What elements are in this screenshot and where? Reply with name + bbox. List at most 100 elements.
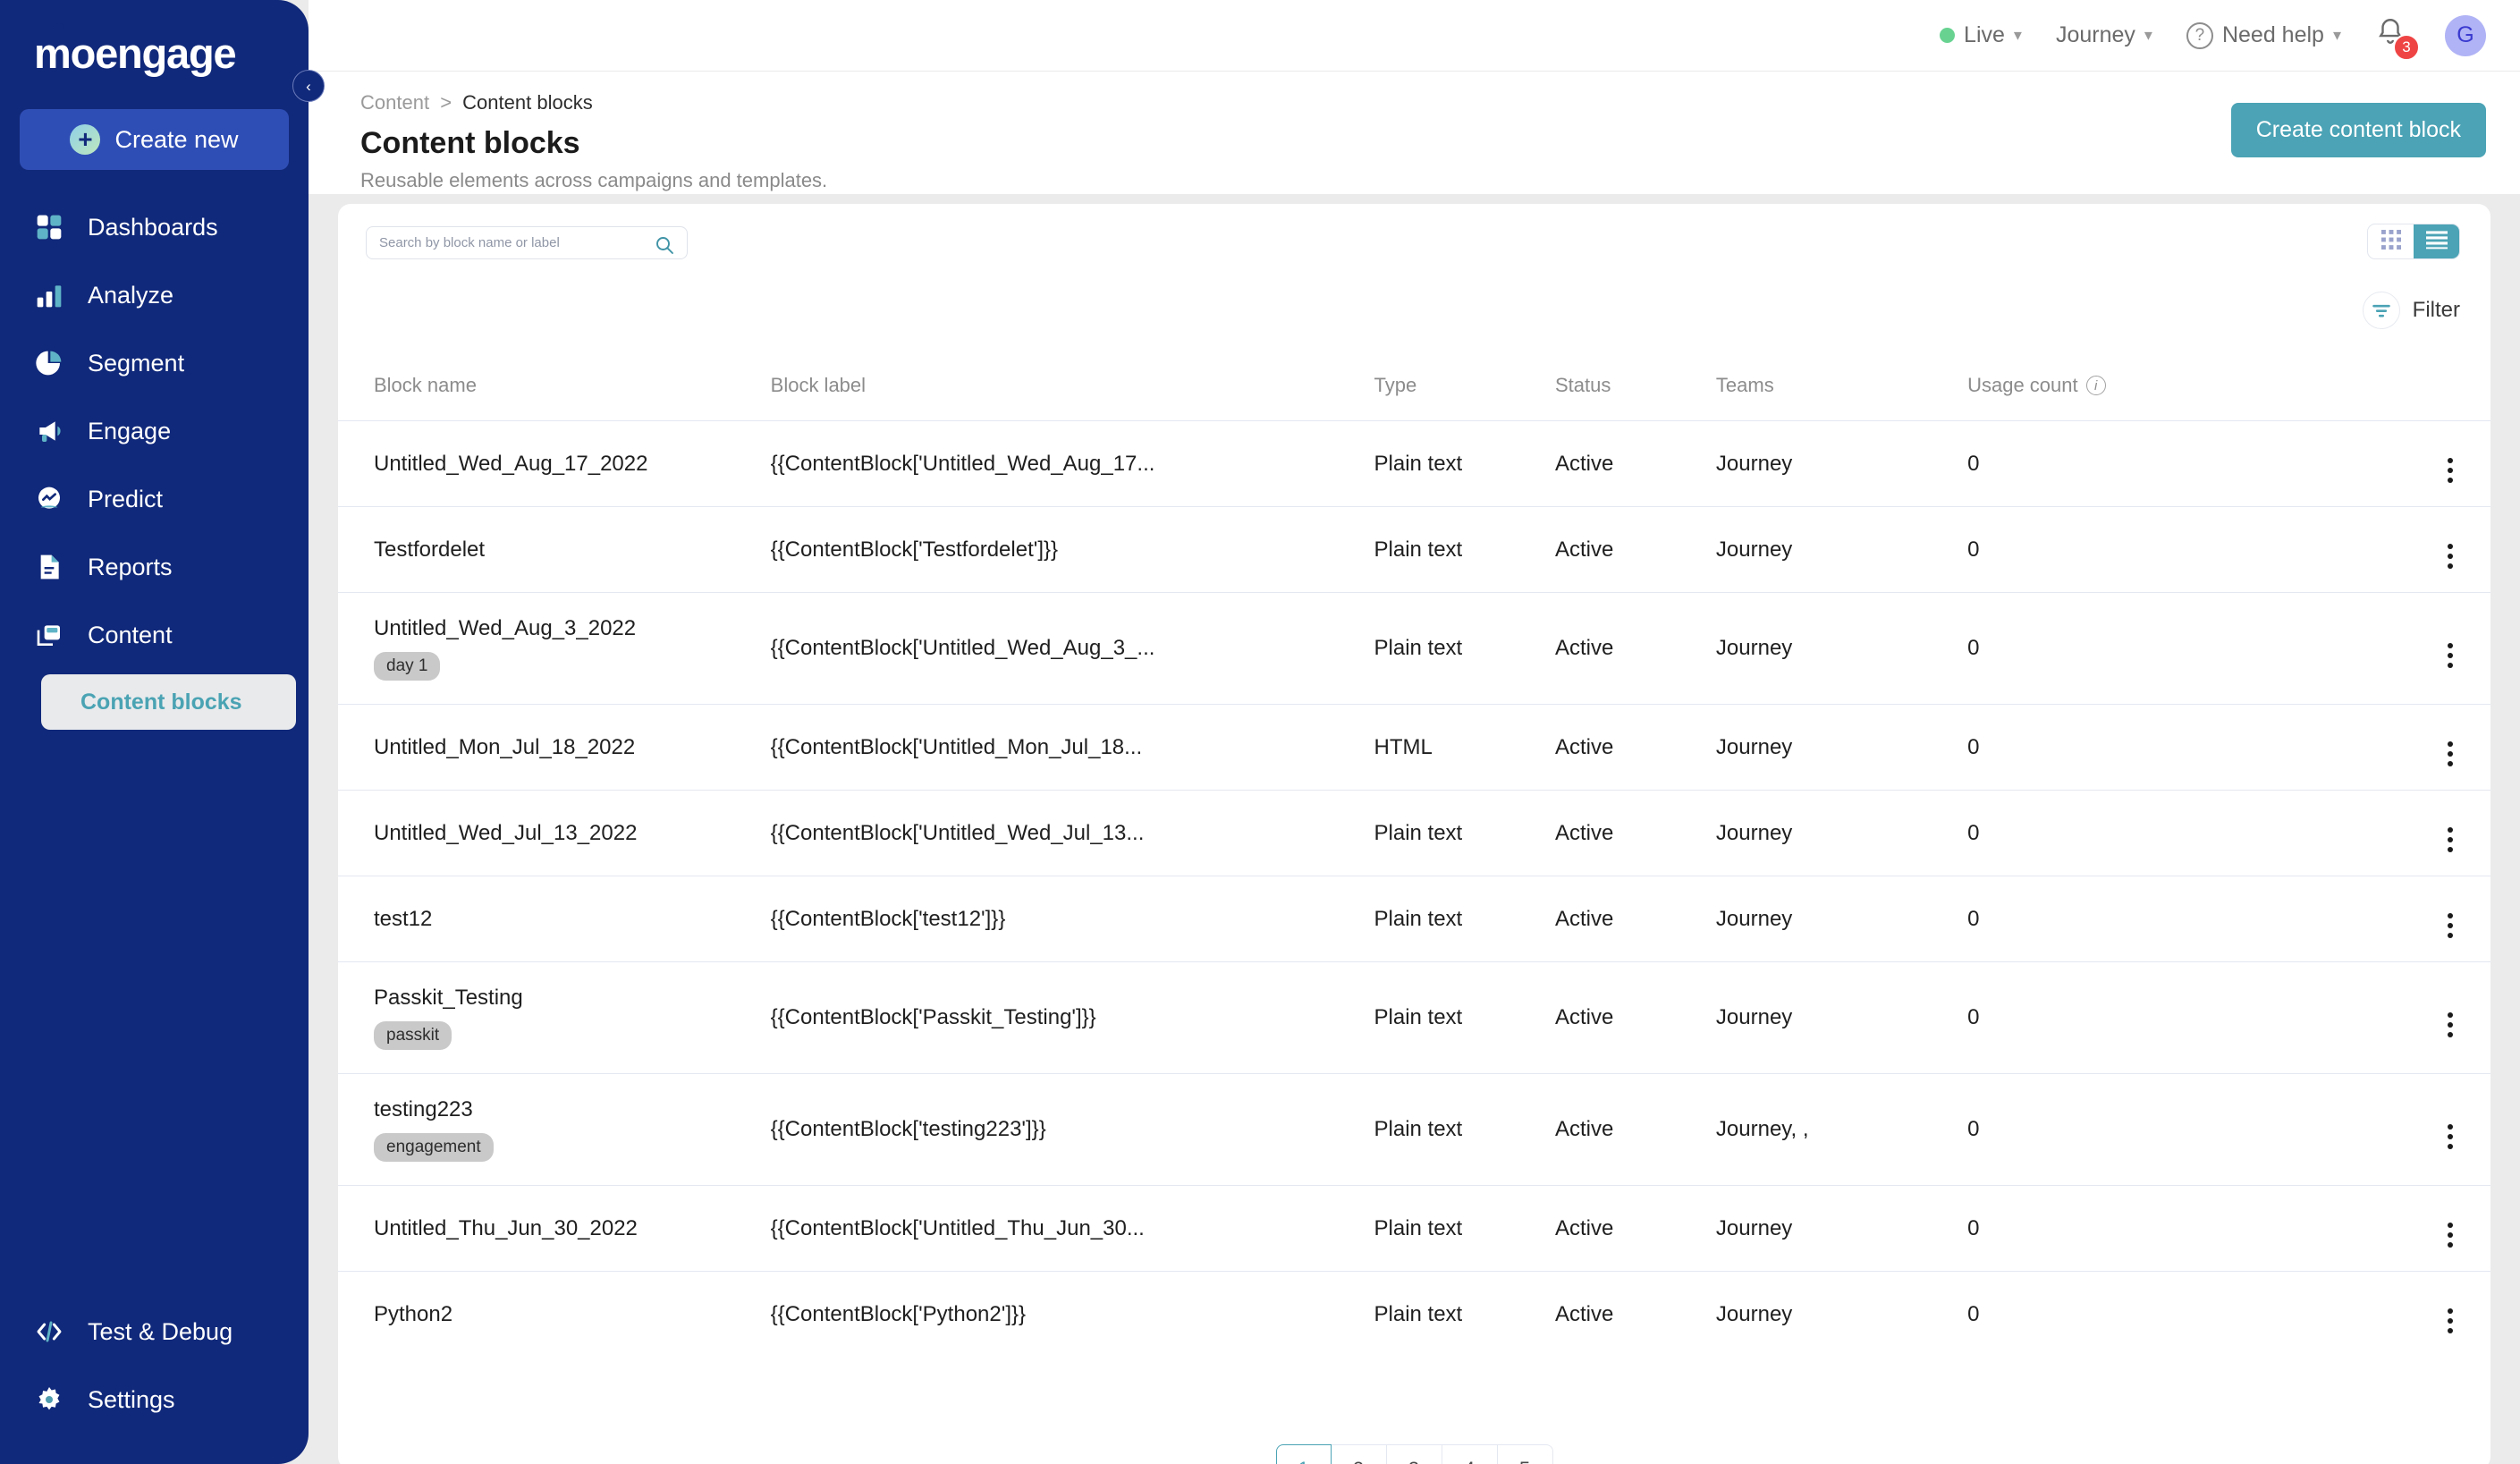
notification-badge: 3 <box>2393 33 2420 61</box>
cell-block-label: {{ContentBlock['Untitled_Wed_Jul_13... <box>770 790 1374 876</box>
sidebar-item-reports[interactable]: Reports <box>0 533 309 601</box>
search-input[interactable] <box>366 226 688 259</box>
cell-actions <box>2370 420 2490 507</box>
block-name-text: testing223 <box>374 1097 473 1121</box>
column-header-block-label: Block label <box>770 374 867 396</box>
sidebar-item-analyze[interactable]: Analyze <box>0 261 309 329</box>
table-row[interactable]: Python2 {{ContentBlock['Python2']}} Plain … <box>338 1271 2490 1357</box>
cell-block-label: {{ContentBlock['Untitled_Wed_Aug_3_... <box>770 592 1374 705</box>
question-mark-icon: ? <box>2186 21 2213 49</box>
page-header: Content > Content blocks Content blocks … <box>309 72 2520 194</box>
search-icon[interactable] <box>654 234 675 260</box>
logo-text: moengage <box>34 29 237 77</box>
table-row[interactable]: Untitled_Wed_Aug_17_2022 {{ContentBlock['… <box>338 420 2490 507</box>
predict-icon <box>34 484 64 514</box>
cell-teams: Journey <box>1715 790 1968 876</box>
create-content-block-button[interactable]: Create content block <box>2230 103 2486 157</box>
sidebar: moengage ‹ + Create new Dashboards Analy… <box>0 0 325 1464</box>
pagination-page-3[interactable]: 3 <box>1386 1444 1442 1464</box>
sidebar-item-label: Engage <box>88 417 172 444</box>
cell-block-label: {{ContentBlock['testing223']}} <box>770 1073 1374 1186</box>
pagination-page-2[interactable]: 2 <box>1331 1444 1387 1464</box>
avatar[interactable]: G <box>2445 14 2486 56</box>
cell-actions <box>2370 506 2490 593</box>
sidebar-item-test-debug[interactable]: Test & Debug <box>0 1298 309 1366</box>
pie-chart-icon <box>34 348 64 378</box>
cell-block-name: Passkit_Testing passkit <box>338 961 771 1074</box>
kebab-menu-icon[interactable] <box>2448 913 2453 938</box>
cell-usage-count: 0 <box>1967 790 2370 876</box>
cell-teams: Journey <box>1715 420 1968 507</box>
cell-block-name: test12 <box>338 876 771 962</box>
table-row[interactable]: test12 {{ContentBlock['test12']}} Plain te… <box>338 876 2490 962</box>
cell-usage-count: 0 <box>1967 592 2370 705</box>
kebab-menu-icon[interactable] <box>2448 458 2453 483</box>
table-row[interactable]: Untitled_Mon_Jul_18_2022 {{ContentBlock['… <box>338 704 2490 791</box>
sidebar-item-segment[interactable]: Segment <box>0 329 309 397</box>
page-subtitle: Reusable elements across campaigns and t… <box>360 169 828 191</box>
list-view-button[interactable] <box>2414 224 2459 258</box>
cell-usage-count: 0 <box>1967 1271 2370 1357</box>
kebab-menu-icon[interactable] <box>2448 1308 2453 1333</box>
cell-teams: Journey <box>1715 1271 1968 1357</box>
pagination-page-5[interactable]: 5 <box>1497 1444 1553 1464</box>
chevron-down-icon: ▾ <box>2144 26 2152 44</box>
table-row[interactable]: Untitled_Wed_Jul_13_2022 {{ContentBlock['… <box>338 790 2490 876</box>
pagination-page-1[interactable]: 1 <box>1275 1444 1332 1464</box>
cell-usage-count: 0 <box>1967 506 2370 593</box>
cell-type: Plain text <box>1374 1271 1555 1357</box>
workspace-selector[interactable]: Journey ▾ <box>2056 22 2152 48</box>
cell-actions <box>2370 876 2490 962</box>
table-row[interactable]: Untitled_Thu_Jun_30_2022 {{ContentBlock['… <box>338 1185 2490 1272</box>
table-head: Block name Block label Type Status Teams… <box>338 374 2490 421</box>
logo[interactable]: moengage <box>0 0 309 86</box>
sidebar-item-label: Segment <box>88 349 185 377</box>
notifications-button[interactable]: 3 <box>2375 16 2420 61</box>
breadcrumb-parent[interactable]: Content <box>360 91 429 114</box>
cell-actions <box>2370 704 2490 791</box>
create-new-button[interactable]: + Create new <box>20 109 289 170</box>
info-icon[interactable]: i <box>2085 376 2106 395</box>
kebab-menu-icon[interactable] <box>2448 1011 2453 1037</box>
sidebar-item-content-blocks[interactable]: Content blocks <box>41 674 296 730</box>
filter-button[interactable]: Filter <box>2362 292 2460 329</box>
table-row[interactable]: testing223 engagement {{ContentBlock['test… <box>338 1073 2490 1186</box>
cell-type: Plain text <box>1374 1185 1555 1272</box>
sidebar-collapse-button[interactable]: ‹ <box>292 70 325 102</box>
environment-selector[interactable]: Live ▾ <box>1940 22 2022 48</box>
filter-label: Filter <box>2412 298 2460 322</box>
table-row[interactable]: Testfordelet {{ContentBlock['Testfordelet… <box>338 506 2490 593</box>
plus-icon: + <box>70 124 101 155</box>
kebab-menu-icon[interactable] <box>2448 827 2453 852</box>
help-label: Need help <box>2221 22 2324 47</box>
grid-view-button[interactable] <box>2368 224 2414 258</box>
cell-status: Active <box>1554 704 1716 791</box>
table-row[interactable]: Untitled_Wed_Aug_3_2022 day 1 {{ContentBlo… <box>338 592 2490 705</box>
cell-status: Active <box>1554 506 1716 593</box>
cell-block-name: Untitled_Mon_Jul_18_2022 <box>338 704 771 791</box>
sidebar-item-settings[interactable]: Settings <box>0 1366 309 1434</box>
cell-type: Plain text <box>1374 961 1555 1074</box>
help-menu[interactable]: ? Need help ▾ <box>2186 21 2341 49</box>
kebab-menu-icon[interactable] <box>2448 1223 2453 1248</box>
kebab-menu-icon[interactable] <box>2448 544 2453 569</box>
cell-teams: Journey <box>1715 506 1968 593</box>
kebab-menu-icon[interactable] <box>2448 741 2453 766</box>
kebab-menu-icon[interactable] <box>2448 642 2453 668</box>
table-row[interactable]: Passkit_Testing passkit {{ContentBlock['Pa… <box>338 961 2490 1074</box>
cell-actions <box>2370 790 2490 876</box>
table-body: Untitled_Wed_Aug_17_2022 {{ContentBlock['… <box>338 420 2490 1357</box>
pagination: 12345 <box>1275 1444 1553 1464</box>
cell-teams: Journey <box>1715 1185 1968 1272</box>
cell-block-name: testing223 engagement <box>338 1073 771 1186</box>
column-header-usage-count: Usage count i <box>1967 374 2370 421</box>
sidebar-item-content[interactable]: Content <box>0 601 309 669</box>
sidebar-item-engage[interactable]: Engage <box>0 397 309 465</box>
content-blocks-table: Block name Block label Type Status Teams… <box>338 374 2490 1357</box>
sidebar-item-predict[interactable]: Predict <box>0 465 309 533</box>
sidebar-item-dashboards[interactable]: Dashboards <box>0 193 309 261</box>
pagination-page-4[interactable]: 4 <box>1442 1444 1498 1464</box>
kebab-menu-icon[interactable] <box>2448 1123 2453 1149</box>
cell-status: Active <box>1554 592 1716 705</box>
block-label-chip: day 1 <box>374 652 441 681</box>
